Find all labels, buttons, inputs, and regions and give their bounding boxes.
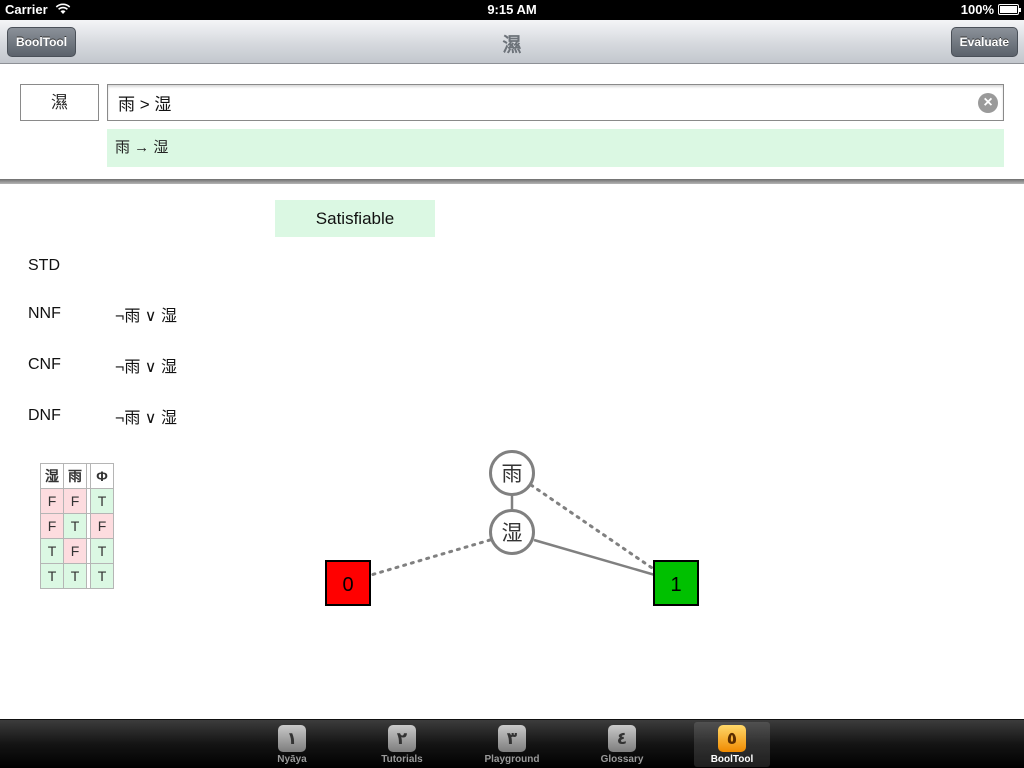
dnf-value: ¬雨 ∨ 湿 (115, 410, 177, 427)
table-row: F T F (40, 513, 114, 539)
cnf-label: CNF (28, 356, 61, 373)
tab-label: BoolTool (710, 754, 754, 765)
tab-glossary[interactable]: ٤ Glossary (584, 722, 660, 767)
table-cell: F (40, 488, 64, 514)
table-cell: T (40, 563, 64, 589)
table-cell: T (90, 488, 114, 514)
svg-text:湿: 湿 (502, 521, 523, 545)
svg-text:雨: 雨 (502, 462, 523, 486)
table-row: T F T (40, 538, 114, 564)
bdd-edge-rain-one (529, 483, 657, 572)
table-header: Φ (90, 463, 114, 489)
bdd-terminal-one: 1 (653, 560, 699, 606)
tab-4-icon: ٤ (608, 725, 636, 752)
svg-text:1: 1 (670, 574, 681, 596)
tab-2-icon: ٢ (388, 725, 416, 752)
tab-label: Glossary (600, 754, 644, 765)
table-cell: T (90, 563, 114, 589)
table-cell: F (40, 513, 64, 539)
tab-tutorials[interactable]: ٢ Tutorials (364, 722, 440, 767)
table-cell: T (40, 538, 64, 564)
table-cell: T (90, 538, 114, 564)
navigation-bar: BoolTool 濕 Evaluate (0, 20, 1024, 64)
tab-nyaya[interactable]: ١ Nyāya (254, 722, 330, 767)
bdd-terminal-zero: 0 (325, 560, 371, 606)
table-header: 雨 (63, 463, 87, 489)
table-cell: F (90, 513, 114, 539)
bdd-edge-wet-one (533, 538, 656, 577)
table-row: T T T (40, 563, 114, 589)
tab-3-icon: ٣ (498, 725, 526, 752)
tab-5-icon: ٥ (718, 725, 746, 752)
svg-text:0: 0 (342, 574, 353, 596)
formula-input[interactable] (107, 84, 1004, 121)
bdd-node-wet: 湿 (489, 509, 535, 555)
tab-playground[interactable]: ٣ Playground (474, 722, 550, 767)
evaluate-button[interactable]: Evaluate (950, 27, 1018, 57)
divider (0, 179, 1024, 184)
clock: 9:15 AM (487, 2, 537, 17)
cnf-value: ¬雨 ∨ 湿 (115, 359, 177, 376)
std-label: STD (28, 257, 60, 274)
table-cell: T (63, 563, 87, 589)
tab-label: Nyāya (277, 754, 307, 765)
tab-label: Tutorials (381, 754, 423, 765)
truth-table: 湿 雨 Φ F F T F T F T F T T T T (40, 463, 114, 589)
table-cell: T (63, 513, 87, 539)
table-cell: F (63, 488, 87, 514)
tab-booltool[interactable]: ٥ BoolTool (694, 722, 770, 767)
page-title: 濕 (502, 35, 522, 56)
bdd-node-rain: 雨 (489, 450, 535, 496)
table-header: 湿 (40, 463, 64, 489)
battery-percent: 100% (960, 2, 994, 17)
battery-icon (998, 4, 1021, 15)
bdd-edge-wet-zero (369, 538, 492, 577)
tab-1-icon: ١ (278, 725, 306, 752)
status-bar: Carrier 9:15 AM 100% (0, 0, 1024, 20)
tab-label: Playground (484, 754, 540, 765)
nnf-label: NNF (28, 305, 61, 322)
clear-icon[interactable]: × (978, 93, 998, 113)
satisfiability-badge: Satisfiable (275, 200, 435, 237)
table-cell: F (63, 538, 87, 564)
tab-bar: ١ Nyāya ٢ Tutorials ٣ Playground ٤ Gloss… (0, 719, 1024, 768)
dnf-label: DNF (28, 407, 61, 424)
parsed-formula: 雨 → 湿 (107, 129, 1004, 167)
nnf-value: ¬雨 ∨ 湿 (115, 308, 177, 325)
table-row: F F T (40, 488, 114, 514)
symbol-button[interactable]: 濕 (20, 84, 99, 121)
